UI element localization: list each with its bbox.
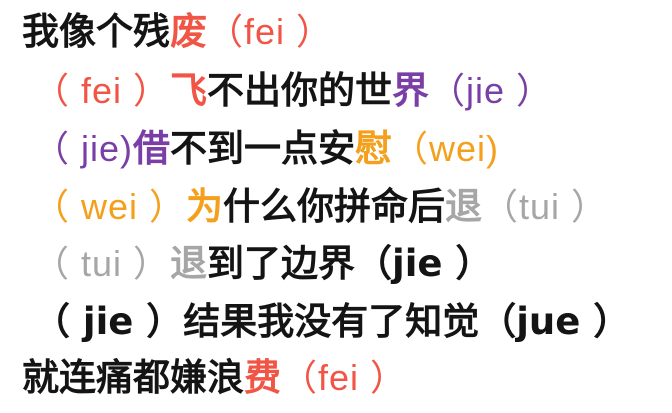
lyric-segment: （tui ） xyxy=(482,186,609,227)
lyric-segment: 借 xyxy=(133,127,171,170)
lyric-segment: （fei ） xyxy=(207,11,334,52)
lyric-segment: 界 xyxy=(392,69,430,112)
lyric-segment: 什么你拼命后 xyxy=(223,185,446,228)
lyric-segment: （ fei ） xyxy=(33,70,171,111)
lyric-line-4: （ wei ）为什么你拼命后退（tui ） xyxy=(33,183,608,231)
lyric-segment: 为 xyxy=(186,185,224,228)
lyric-line-6: （ jie ）结果我没有了知觉（jue ） xyxy=(33,298,630,346)
lyric-segment: （ tui ） xyxy=(33,243,171,284)
lyric-segment: 费 xyxy=(244,356,281,399)
lyrics-panel: 我像个残废（fei ） （ fei ）飞不出你的世界（jie ） （ jie)借… xyxy=(0,0,672,413)
lyric-segment: （ jie) xyxy=(33,128,134,169)
lyric-segment: （wei) xyxy=(392,128,500,169)
lyric-segment: 退 xyxy=(170,242,208,285)
lyric-segment: （jie ） xyxy=(429,70,554,111)
lyric-segment: 就连痛都嫌浪 xyxy=(22,356,244,399)
lyric-line-5: （ tui ）退到了边界（jie ） xyxy=(33,240,492,288)
lyric-segment: 我像个残 xyxy=(22,10,170,53)
lyric-line-1: 我像个残废（fei ） xyxy=(22,8,333,56)
lyric-line-7: 就连痛都嫌浪费（fei ） xyxy=(22,354,407,402)
lyric-segment: 飞 xyxy=(170,69,208,112)
lyric-line-3: （ jie)借不到一点安慰（wei) xyxy=(33,125,499,173)
lyric-segment: （ wei ） xyxy=(33,186,187,227)
lyric-line-2: （ fei ）飞不出你的世界（jie ） xyxy=(33,67,553,115)
lyric-segment: 不到一点安 xyxy=(170,127,356,170)
lyric-segment: 慰 xyxy=(355,127,393,170)
lyric-segment: （fei ） xyxy=(281,357,408,398)
lyric-segment: 不出你的世 xyxy=(207,69,393,112)
lyric-segment: 到了边界（jie ） xyxy=(207,242,493,285)
lyric-segment: 退 xyxy=(445,185,483,228)
lyric-segment: 废 xyxy=(170,10,207,53)
lyric-segment: （ jie ）结果我没有了知觉（jue ） xyxy=(33,300,631,343)
